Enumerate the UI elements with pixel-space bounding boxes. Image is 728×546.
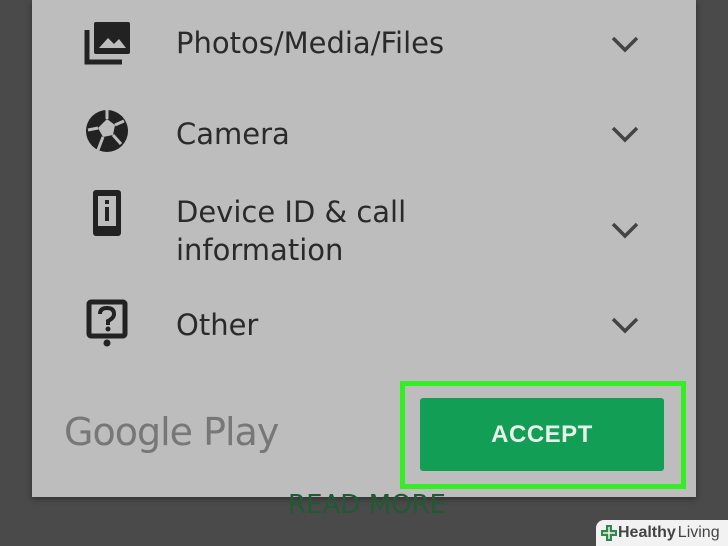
chevron-down-icon[interactable] xyxy=(610,220,640,240)
chevron-down-icon[interactable] xyxy=(610,34,640,54)
camera-aperture-icon xyxy=(80,104,134,158)
phone-info-icon xyxy=(80,186,134,240)
read-more-link[interactable]: READ MORE xyxy=(288,490,446,520)
watermark: Healthy Living xyxy=(596,520,728,546)
accept-button[interactable]: ACCEPT xyxy=(420,398,664,471)
permission-label: Camera xyxy=(176,117,290,151)
google-play-logo: Google Play xyxy=(64,410,279,454)
watermark-suffix: Living xyxy=(677,524,720,541)
chevron-down-icon[interactable] xyxy=(610,124,640,144)
permission-label-line1: Device ID & call xyxy=(176,195,407,229)
watermark-brand: Healthy xyxy=(618,524,676,541)
chevron-down-icon[interactable] xyxy=(610,315,640,335)
permission-label: Photos/Media/Files xyxy=(176,26,445,60)
permission-label: Other xyxy=(176,308,259,342)
permission-row-device-id[interactable]: Device ID & call information xyxy=(32,180,696,285)
permission-row-camera[interactable]: Camera xyxy=(32,90,696,180)
cross-logo-icon xyxy=(601,525,617,541)
permission-row-photos[interactable]: Photos/Media/Files xyxy=(32,0,696,90)
permission-row-other[interactable]: Other xyxy=(32,285,696,370)
help-box-icon xyxy=(80,296,134,350)
photo-library-icon xyxy=(80,16,134,70)
permission-label-line2: information xyxy=(176,233,344,267)
